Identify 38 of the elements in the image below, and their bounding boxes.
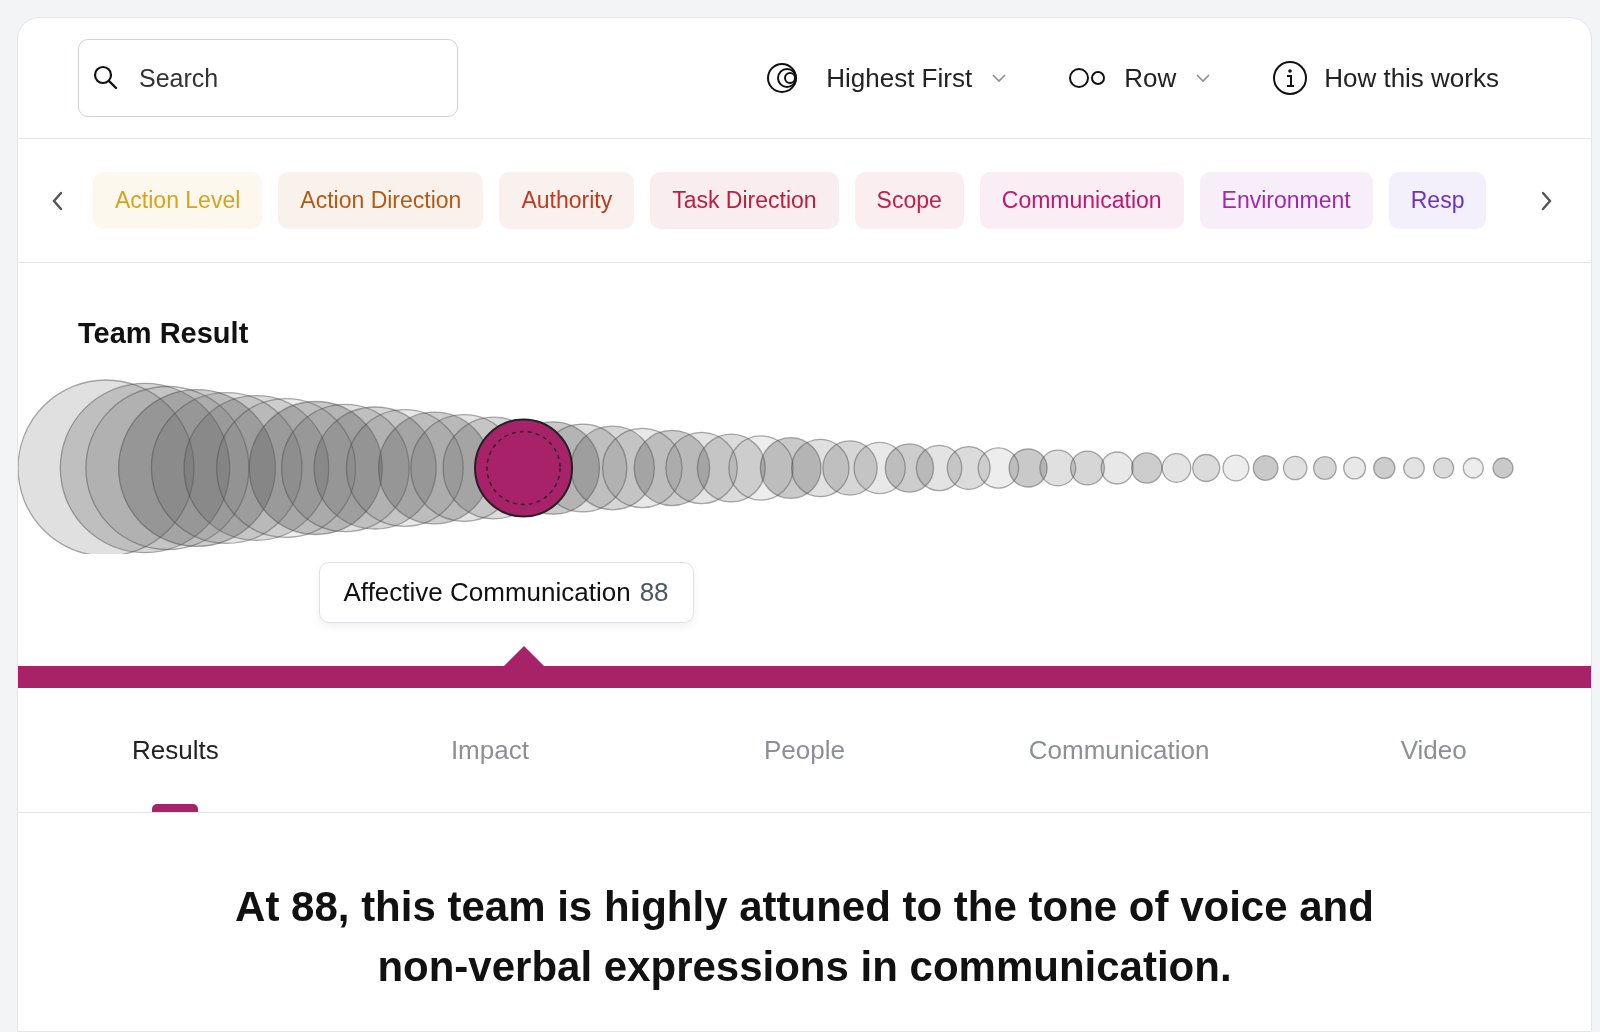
category-tag[interactable]: Communication	[979, 172, 1184, 229]
category-tag[interactable]: Authority	[499, 172, 635, 229]
category-tag[interactable]: Scope	[854, 172, 964, 229]
bubble	[1252, 455, 1279, 481]
category-tag[interactable]: Action Direction	[278, 172, 484, 229]
highlighted-bubble[interactable]	[474, 418, 574, 518]
bubble	[1282, 455, 1308, 481]
summary-text: At 88, this team is highly attuned to the tone of voice and non-verbal expressions in communication.	[234, 882, 1375, 992]
category-tag[interactable]: Resp	[1388, 172, 1487, 229]
tab[interactable]: Impact	[332, 688, 648, 812]
tab[interactable]: Communication	[961, 688, 1277, 812]
tab[interactable]: People	[647, 688, 962, 812]
bubble	[1161, 453, 1192, 483]
bubble	[1100, 451, 1134, 485]
section-title: Team Result	[77, 317, 250, 350]
tooltip-score: 88	[639, 577, 669, 608]
bubble	[1403, 457, 1425, 479]
tab-indicator	[152, 804, 199, 812]
help-link[interactable]: How this works	[1272, 60, 1499, 96]
view-dropdown[interactable]: Row	[1068, 62, 1215, 94]
bubble	[1492, 457, 1514, 479]
bubble	[1222, 454, 1250, 482]
bubble	[1312, 456, 1337, 480]
bubble	[1131, 452, 1163, 484]
search-field[interactable]: Search	[78, 39, 458, 117]
category-tag[interactable]: Environment	[1199, 172, 1373, 229]
category-tag[interactable]: Task Direction	[650, 172, 839, 229]
info-icon	[1272, 60, 1309, 96]
bubble	[1462, 457, 1484, 479]
tooltip-label: Affective Communication	[343, 577, 631, 608]
tab[interactable]: Results	[18, 688, 333, 812]
bubble	[1192, 453, 1221, 483]
bubble	[1432, 457, 1455, 479]
tab[interactable]: Video	[1276, 688, 1591, 812]
bubble	[1069, 450, 1106, 486]
bubble	[1373, 456, 1396, 480]
bubble	[1343, 456, 1367, 480]
sort-dropdown[interactable]: Highest First	[766, 62, 1011, 94]
